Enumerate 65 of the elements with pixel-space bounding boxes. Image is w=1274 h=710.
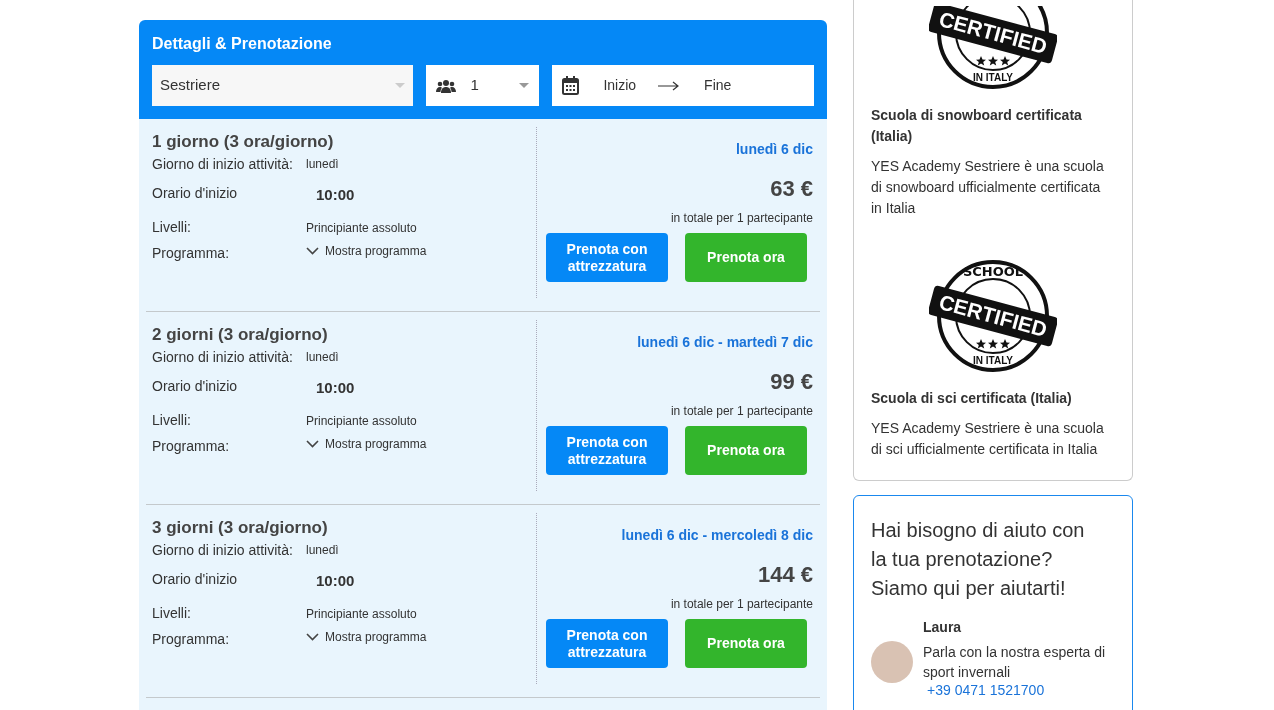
book-now-button[interactable]: Prenota ora bbox=[685, 619, 807, 668]
field-label: Giorno di inizio attività: bbox=[152, 540, 294, 560]
field-value: lunedì bbox=[306, 349, 340, 366]
field-value: Principiante assoluto bbox=[306, 413, 418, 430]
field-label: Livelli: bbox=[152, 604, 192, 623]
option-title: 2 giorni (3 ora/giorno) bbox=[152, 325, 329, 345]
price: 63 € bbox=[770, 175, 813, 203]
book-with-equipment-button[interactable]: Prenota con attrezzatura bbox=[546, 426, 668, 475]
contact-description: Parla con la nostra esperta di sport invernali bbox=[923, 643, 1107, 682]
avatar bbox=[871, 641, 913, 683]
field-label: Programma: bbox=[152, 436, 231, 456]
program-link[interactable]: Mostra programma bbox=[325, 628, 427, 646]
date-range-field[interactable]: Inizio Fine bbox=[552, 65, 814, 106]
book-with-equipment-button[interactable]: Prenota con attrezzatura bbox=[546, 233, 668, 282]
field-label: Orario d'inizio bbox=[152, 183, 239, 203]
field-label: Giorno di inizio attività: bbox=[152, 347, 294, 367]
program-link[interactable]: Mostra programma bbox=[325, 435, 427, 453]
book-with-equipment-button[interactable]: Prenota con attrezzatura bbox=[546, 619, 668, 668]
users-icon bbox=[435, 78, 456, 93]
caret-icon bbox=[519, 83, 530, 88]
field-value: lunedì bbox=[306, 542, 340, 559]
option-title: 1 giorno (3 ora/giorno) bbox=[152, 132, 335, 152]
certification-title: Scuola di snowboard certificata (Italia) bbox=[871, 106, 1083, 146]
option-title: 3 giorni (3 ora/giorno) bbox=[152, 518, 329, 538]
chevron-down-icon bbox=[306, 440, 319, 448]
field-value: lunedì bbox=[306, 156, 340, 173]
book-now-button[interactable]: Prenota ora bbox=[685, 233, 807, 282]
caret-icon bbox=[394, 83, 405, 88]
price-note: in totale per 1 partecipante bbox=[670, 210, 813, 227]
price-note: in totale per 1 partecipante bbox=[670, 596, 813, 613]
date-range: lunedì 6 dic bbox=[736, 140, 813, 159]
booking-title: Dettagli & Prenotazione bbox=[152, 34, 333, 54]
chevron-down-icon bbox=[306, 247, 319, 255]
field-label: Orario d'inizio bbox=[152, 569, 239, 589]
certification-text: YES Academy Sestriere è una scuola di sci ufficialmente certificata in Italia bbox=[871, 419, 1105, 459]
certification-text: YES Academy Sestriere è una scuola di snowboard ufficialmente certificata in Italia bbox=[871, 157, 1105, 218]
contact-name: Laura bbox=[923, 618, 963, 637]
field-label: Programma: bbox=[152, 629, 231, 649]
field-label: Livelli: bbox=[152, 218, 192, 237]
price-note: in totale per 1 partecipante bbox=[670, 403, 813, 420]
price: 144 € bbox=[757, 561, 813, 589]
arrow-right-icon bbox=[658, 80, 680, 91]
date-range: lunedì 6 dic - martedì 7 dic bbox=[637, 333, 813, 352]
participants-select[interactable]: 1 bbox=[425, 65, 540, 106]
field-label: Livelli: bbox=[152, 411, 192, 430]
field-label: Orario d'inizio bbox=[152, 376, 239, 396]
field-value: Principiante assoluto bbox=[306, 220, 418, 237]
start-date: Inizio bbox=[603, 76, 637, 95]
calendar-icon bbox=[562, 76, 580, 95]
start-time: 10:00 bbox=[315, 185, 356, 206]
end-date: Fine bbox=[704, 76, 732, 95]
location-select[interactable]: Sestriere bbox=[152, 65, 413, 106]
field-value: Principiante assoluto bbox=[306, 606, 418, 623]
chevron-down-icon bbox=[306, 633, 319, 641]
start-time: 10:00 bbox=[315, 571, 356, 592]
start-time: 10:00 bbox=[315, 378, 356, 399]
program-link[interactable]: Mostra programma bbox=[325, 242, 427, 260]
price: 99 € bbox=[770, 368, 813, 396]
field-label: Programma: bbox=[152, 243, 231, 263]
certification-title: Scuola di sci certificata (Italia) bbox=[871, 389, 1073, 408]
help-title: Hai bisogno di aiuto con la tua prenotazione? Siamo qui per aiutarti! bbox=[871, 518, 1086, 601]
phone-link[interactable]: +39 0471 1521700 bbox=[927, 682, 1115, 698]
date-range: lunedì 6 dic - mercoledì 8 dic bbox=[621, 526, 813, 545]
book-now-button[interactable]: Prenota ora bbox=[685, 426, 807, 475]
field-label: Giorno di inizio attività: bbox=[152, 154, 294, 174]
